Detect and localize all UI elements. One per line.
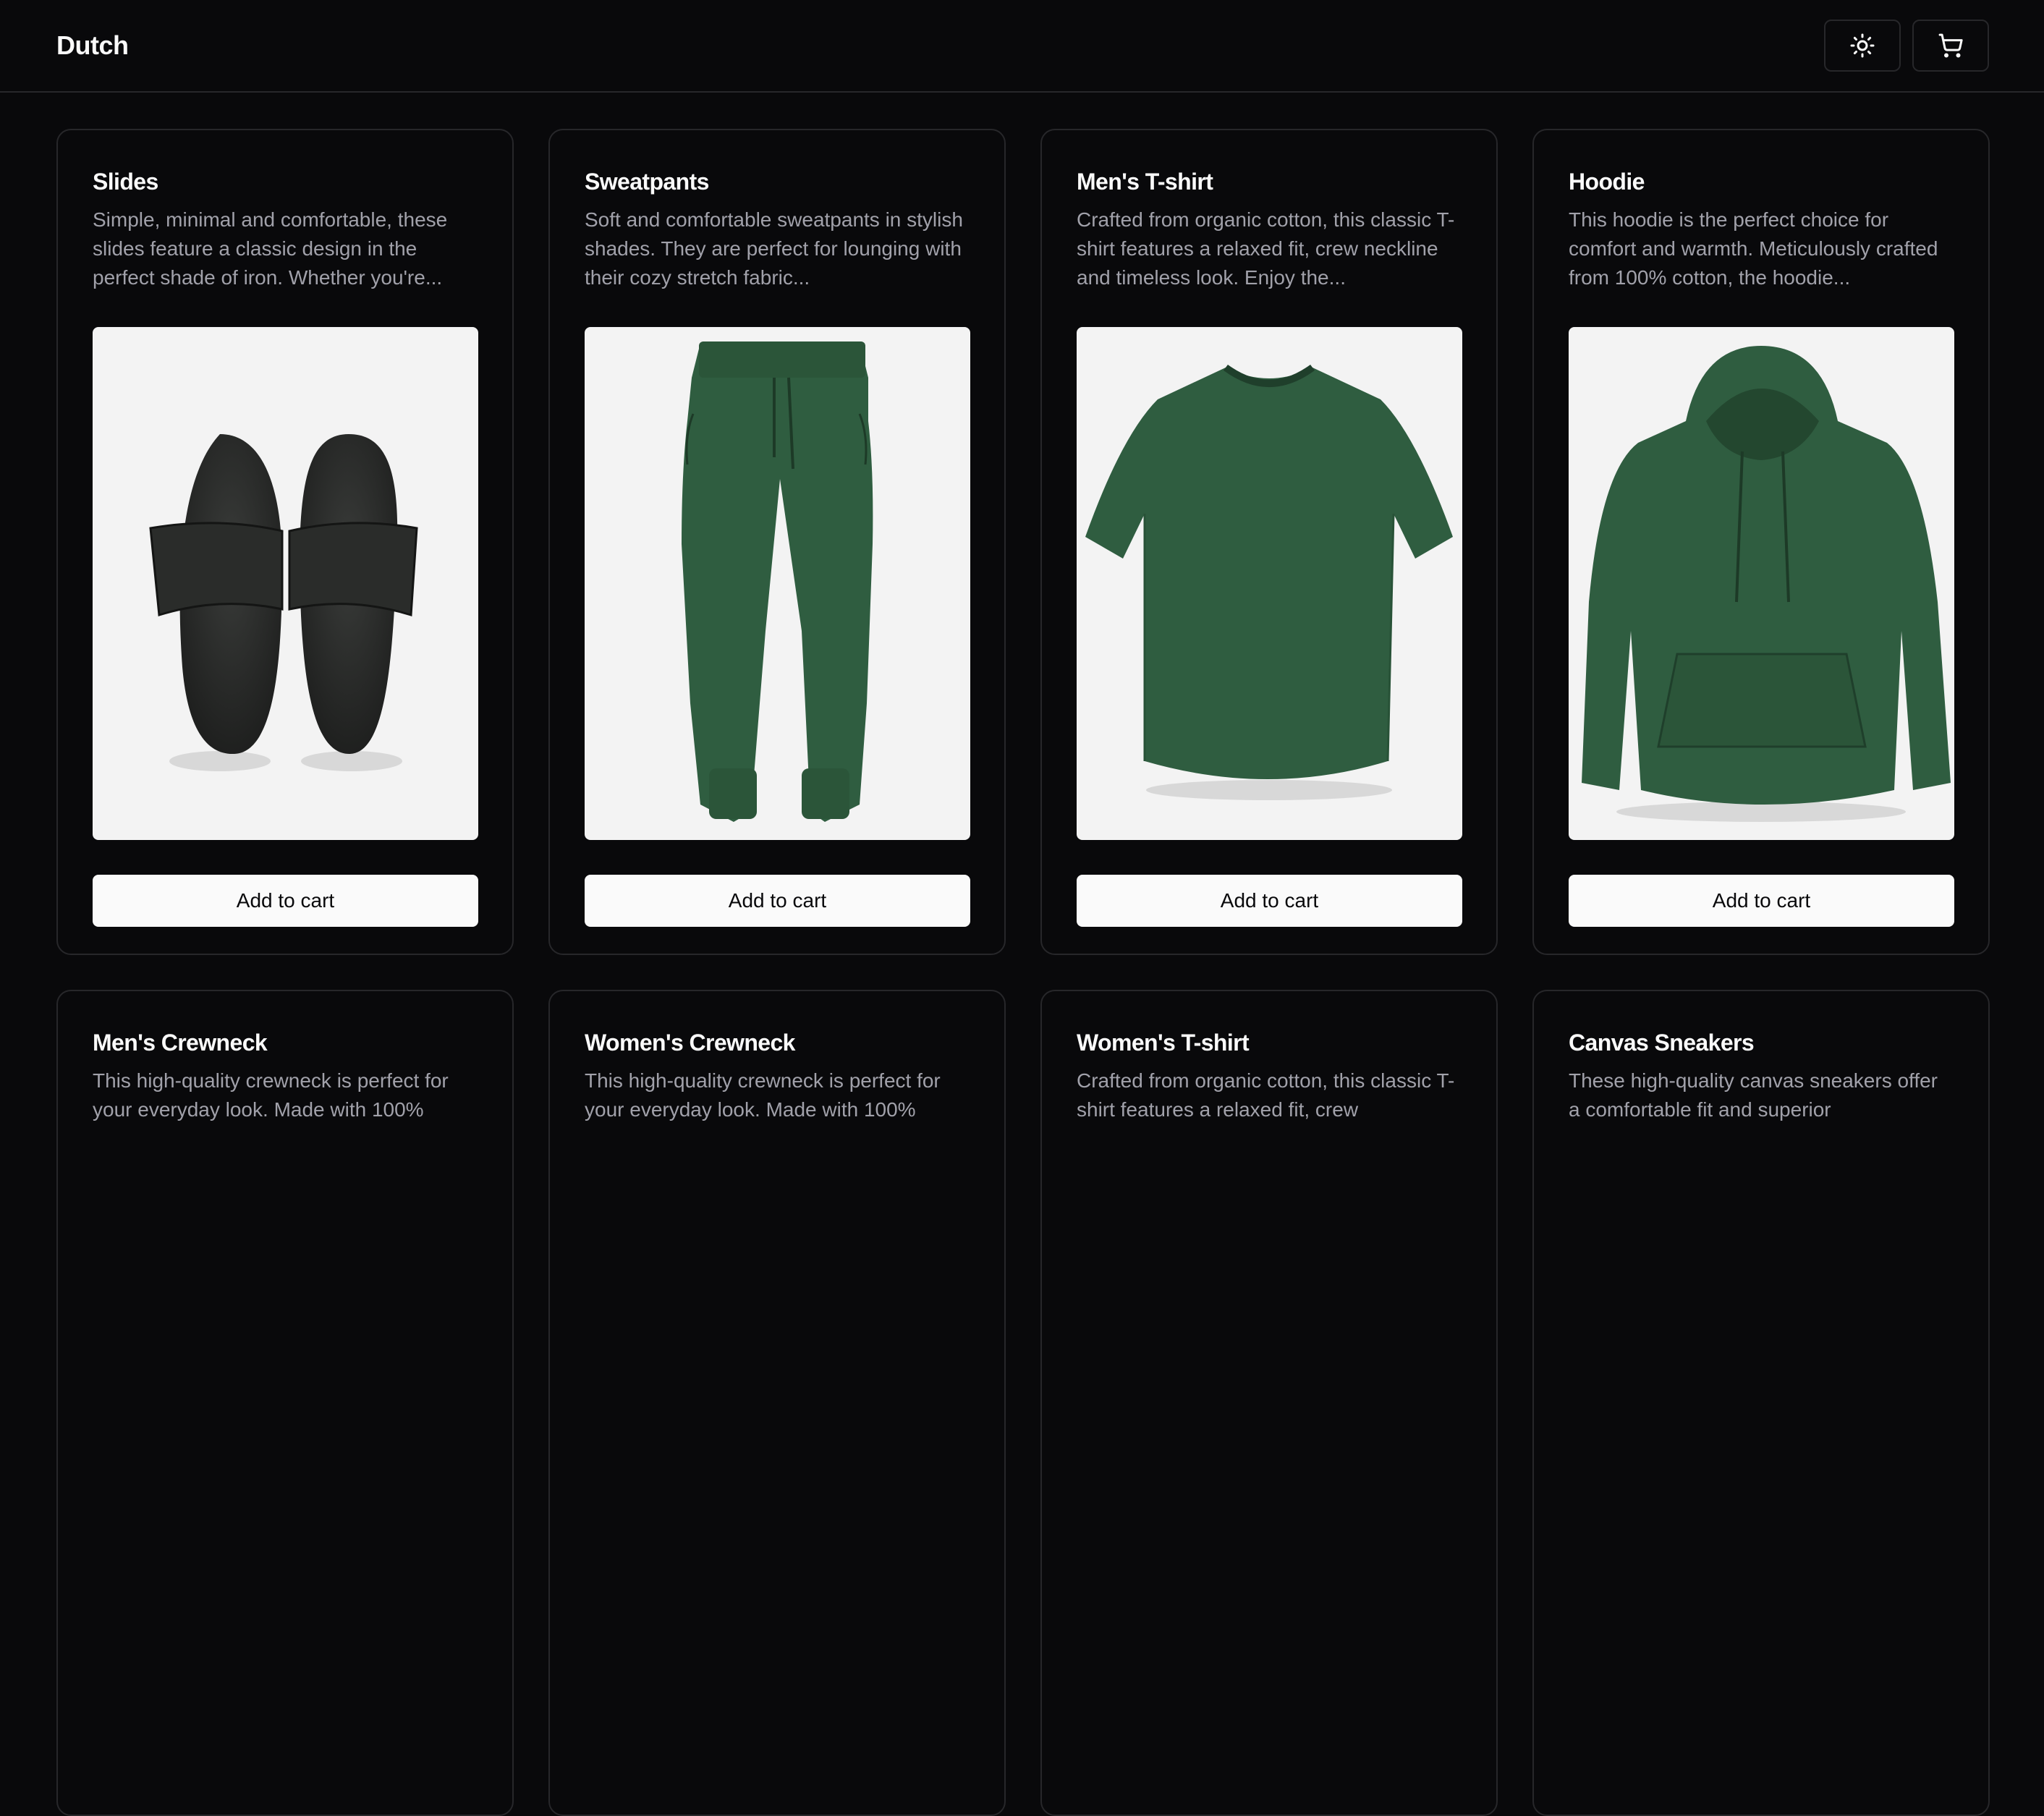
product-title[interactable]: Women's Crewneck <box>585 1026 970 1059</box>
product-grid: Slides Simple, minimal and comfortable, … <box>0 93 2044 1816</box>
product-card: Men's T-shirt Crafted from organic cotto… <box>1040 129 1498 955</box>
product-title[interactable]: Men's Crewneck <box>93 1026 478 1059</box>
product-card: Hoodie This hoodie is the perfect choice… <box>1532 129 1990 955</box>
product-description: Crafted from organic cotton, this classi… <box>1077 1069 1455 1121</box>
add-to-cart-button[interactable]: Add to cart <box>1569 875 1954 927</box>
product-title[interactable]: Hoodie <box>1569 165 1954 198</box>
product-title[interactable]: Sweatpants <box>585 165 970 198</box>
top-header: Dutch <box>0 0 2044 93</box>
shopping-cart-icon <box>1938 33 1963 58</box>
product-card: Canvas Sneakers These high-quality canva… <box>1532 990 1990 1816</box>
brand-logo[interactable]: Dutch <box>56 30 129 61</box>
product-card: Sweatpants Soft and comfortable sweatpan… <box>548 129 1006 955</box>
product-image-slides[interactable] <box>93 327 478 840</box>
cart-button[interactable] <box>1912 20 1989 72</box>
product-image-tshirt[interactable] <box>1077 327 1462 840</box>
product-title[interactable]: Slides <box>93 165 478 198</box>
product-title[interactable]: Women's T-shirt <box>1077 1026 1462 1059</box>
product-description: Soft and comfortable sweatpants in styli… <box>585 208 963 289</box>
product-card: Men's Crewneck This high-quality crewnec… <box>56 990 514 1816</box>
product-description: Crafted from organic cotton, this classi… <box>1077 208 1455 289</box>
hoodie-image <box>1582 346 1951 822</box>
theme-toggle-button[interactable] <box>1824 20 1901 72</box>
add-to-cart-button[interactable]: Add to cart <box>1077 875 1462 927</box>
product-image-hoodie[interactable] <box>1569 327 1954 840</box>
product-card: Slides Simple, minimal and comfortable, … <box>56 129 514 955</box>
add-to-cart-button[interactable]: Add to cart <box>93 875 478 927</box>
product-image-sweatpants[interactable] <box>585 327 970 840</box>
tshirt-image <box>1085 364 1453 800</box>
product-description: These high-quality canvas sneakers offer… <box>1569 1069 1938 1121</box>
product-description: This hoodie is the perfect choice for co… <box>1569 208 1938 289</box>
product-title[interactable]: Canvas Sneakers <box>1569 1026 1954 1059</box>
add-to-cart-button[interactable]: Add to cart <box>585 875 970 927</box>
product-title[interactable]: Men's T-shirt <box>1077 165 1462 198</box>
sun-icon <box>1850 33 1875 58</box>
slides-image <box>149 434 418 771</box>
product-description: Simple, minimal and comfortable, these s… <box>93 208 448 289</box>
product-card: Women's T-shirt Crafted from organic cot… <box>1040 990 1498 1816</box>
product-card: Women's Crewneck This high-quality crewn… <box>548 990 1006 1816</box>
sweatpants-image <box>682 341 873 822</box>
product-description: This high-quality crewneck is perfect fo… <box>585 1069 941 1121</box>
product-description: This high-quality crewneck is perfect fo… <box>93 1069 449 1121</box>
header-actions <box>1824 20 1989 72</box>
